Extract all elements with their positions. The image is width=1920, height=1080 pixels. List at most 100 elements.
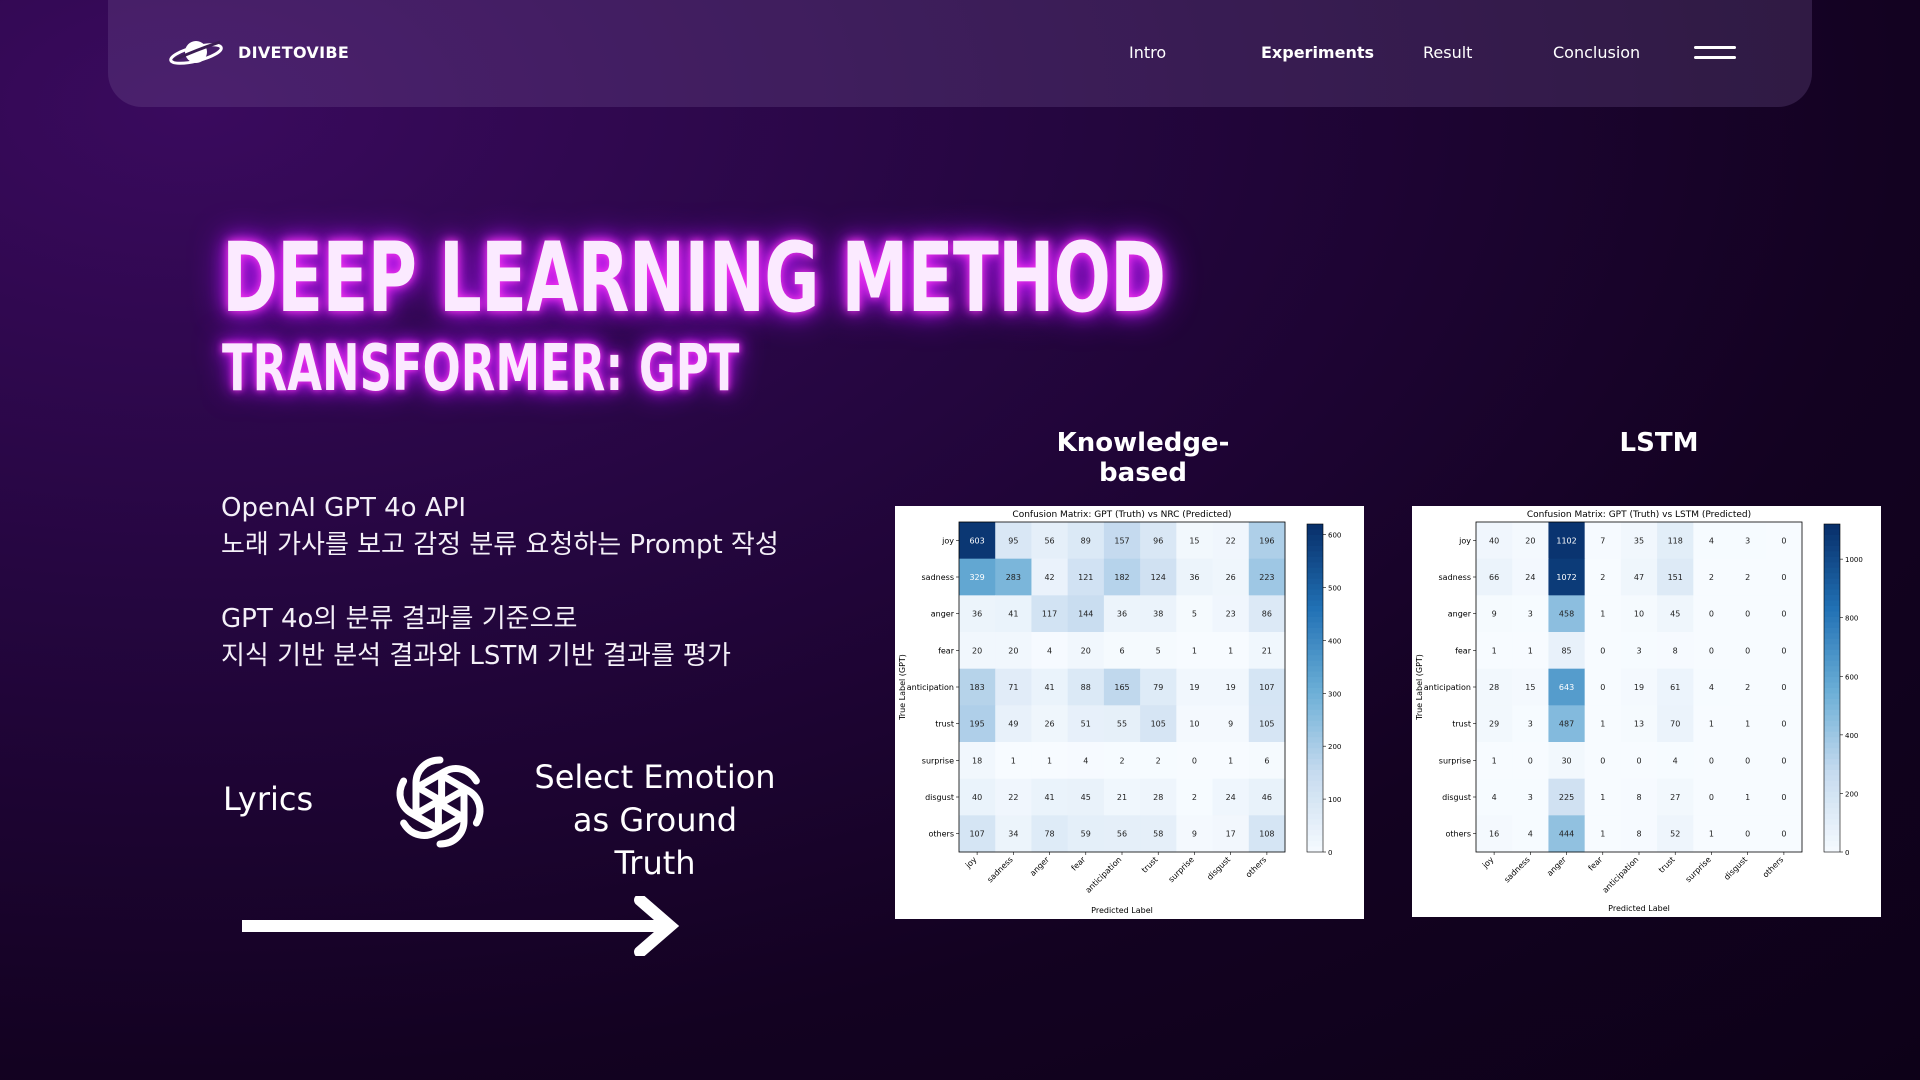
cell-value-label: 56 bbox=[1117, 830, 1127, 839]
colorbar-tick-label: 200 bbox=[1845, 790, 1858, 798]
cell-value-label: 52 bbox=[1670, 830, 1680, 839]
hamburger-menu-icon[interactable] bbox=[1694, 46, 1736, 60]
colorbar-segment bbox=[1307, 791, 1323, 798]
cell-value-label: 38 bbox=[1153, 610, 1163, 619]
colorbar-segment bbox=[1307, 600, 1323, 607]
x-tick-label: trust bbox=[1140, 855, 1160, 875]
cell-value-label: 36 bbox=[1189, 573, 1199, 582]
nav-link-experiments[interactable]: Experiments bbox=[1261, 43, 1374, 62]
cell-value-label: 20 bbox=[1008, 646, 1018, 655]
colorbar-segment bbox=[1307, 551, 1323, 558]
nav-link-intro[interactable]: Intro bbox=[1129, 43, 1166, 62]
nav-link-conclusion[interactable]: Conclusion bbox=[1553, 43, 1640, 62]
cell-value-label: 105 bbox=[1151, 720, 1166, 729]
colorbar-segment bbox=[1307, 720, 1323, 727]
colorbar-segment bbox=[1824, 567, 1840, 574]
colorbar-segment bbox=[1824, 545, 1840, 552]
cell-value-label: 55 bbox=[1117, 720, 1127, 729]
colorbar-tick-label: 500 bbox=[1328, 584, 1341, 592]
colorbar-segment bbox=[1307, 764, 1323, 771]
cell-value-label: 1 bbox=[1528, 646, 1533, 655]
colorbar-segment bbox=[1824, 737, 1840, 744]
cell-value-label: 15 bbox=[1189, 536, 1199, 545]
y-tick-label: joy bbox=[1458, 536, 1471, 545]
y-axis-label: True Label (GPT) bbox=[1415, 654, 1424, 721]
cell-value-label: 41 bbox=[1008, 610, 1018, 619]
cell-value-label: 0 bbox=[1528, 756, 1533, 765]
y-axis-label: True Label (GPT) bbox=[898, 654, 907, 721]
colorbar-segment bbox=[1824, 753, 1840, 760]
colorbar-segment bbox=[1824, 824, 1840, 831]
cell-value-label: 643 bbox=[1559, 683, 1574, 692]
colorbar-segment bbox=[1307, 759, 1323, 766]
cell-value-label: 5 bbox=[1156, 646, 1161, 655]
cell-value-label: 40 bbox=[1489, 536, 1499, 545]
colorbar-segment bbox=[1824, 759, 1840, 766]
colorbar-segment bbox=[1824, 578, 1840, 585]
cell-value-label: 59 bbox=[1081, 830, 1091, 839]
cell-value-label: 5 bbox=[1192, 610, 1197, 619]
cell-value-label: 24 bbox=[1525, 573, 1535, 582]
cell-value-label: 118 bbox=[1668, 536, 1683, 545]
colorbar-segment bbox=[1824, 715, 1840, 722]
cell-value-label: 3 bbox=[1636, 646, 1641, 655]
colorbar-tick-label: 200 bbox=[1328, 743, 1341, 751]
cell-value-label: 16 bbox=[1489, 830, 1499, 839]
cell-value-label: 20 bbox=[1525, 536, 1535, 545]
cell-value-label: 21 bbox=[1117, 793, 1127, 802]
cell-value-label: 36 bbox=[1117, 610, 1127, 619]
cell-value-label: 45 bbox=[1670, 610, 1680, 619]
colorbar-segment bbox=[1824, 846, 1840, 853]
colorbar-segment bbox=[1307, 748, 1323, 755]
colorbar-segment bbox=[1824, 671, 1840, 678]
cell-value-label: 4 bbox=[1083, 756, 1088, 765]
colorbar-segment bbox=[1307, 666, 1323, 673]
cell-value-label: 0 bbox=[1636, 756, 1641, 765]
brand-name: DIVETOVIBE bbox=[238, 42, 350, 62]
colorbar-segment bbox=[1824, 748, 1840, 755]
heatmap-chart: Confusion Matrix: GPT (Truth) vs NRC (Pr… bbox=[898, 510, 1341, 915]
cell-value-label: 40 bbox=[972, 793, 982, 802]
colorbar-segment bbox=[1824, 797, 1840, 804]
cell-value-label: 1 bbox=[1492, 646, 1497, 655]
cell-value-label: 0 bbox=[1600, 646, 1605, 655]
cell-value-label: 1 bbox=[1228, 756, 1233, 765]
description-line: GPT 4o의 분류 결과를 기준으로 bbox=[221, 604, 578, 634]
colorbar-segment bbox=[1824, 704, 1840, 711]
x-axis-label: Predicted Label bbox=[1091, 906, 1153, 915]
colorbar-segment bbox=[1307, 846, 1323, 853]
colorbar-segment bbox=[1307, 540, 1323, 547]
colorbar-segment bbox=[1307, 808, 1323, 815]
cell-value-label: 4 bbox=[1709, 683, 1714, 692]
colorbar-segment bbox=[1307, 529, 1323, 536]
colorbar-segment bbox=[1307, 802, 1323, 809]
cell-value-label: 22 bbox=[1008, 793, 1018, 802]
y-tick-label: anticipation bbox=[1424, 683, 1471, 692]
cell-value-label: 7 bbox=[1600, 536, 1605, 545]
cell-value-label: 4 bbox=[1492, 793, 1497, 802]
cell-value-label: 2 bbox=[1745, 683, 1750, 692]
cell-value-label: 26 bbox=[1226, 573, 1236, 582]
cell-value-label: 1 bbox=[1709, 830, 1714, 839]
openai-logo-icon bbox=[380, 756, 500, 862]
cell-value-label: 15 bbox=[1525, 683, 1535, 692]
cell-value-label: 42 bbox=[1044, 573, 1054, 582]
cell-value-label: 19 bbox=[1189, 683, 1199, 692]
cell-value-label: 165 bbox=[1114, 683, 1129, 692]
y-tick-label: joy bbox=[941, 536, 954, 545]
cell-value-label: 124 bbox=[1151, 573, 1166, 582]
colorbar-segment bbox=[1307, 786, 1323, 793]
colorbar-segment bbox=[1307, 584, 1323, 591]
cell-value-label: 0 bbox=[1600, 756, 1605, 765]
brand-logo[interactable]: DIVETOVIBE bbox=[168, 34, 349, 70]
nav-link-result[interactable]: Result bbox=[1423, 43, 1472, 62]
x-tick-label: surprise bbox=[1167, 855, 1196, 884]
colorbar-segment bbox=[1824, 584, 1840, 591]
colorbar-segment bbox=[1824, 600, 1840, 607]
x-tick-label: anticipation bbox=[1601, 855, 1641, 895]
cell-value-label: 0 bbox=[1781, 683, 1786, 692]
cell-value-label: 283 bbox=[1006, 573, 1021, 582]
cell-value-label: 8 bbox=[1673, 646, 1678, 655]
colorbar-segment bbox=[1307, 556, 1323, 563]
cell-value-label: 0 bbox=[1781, 536, 1786, 545]
